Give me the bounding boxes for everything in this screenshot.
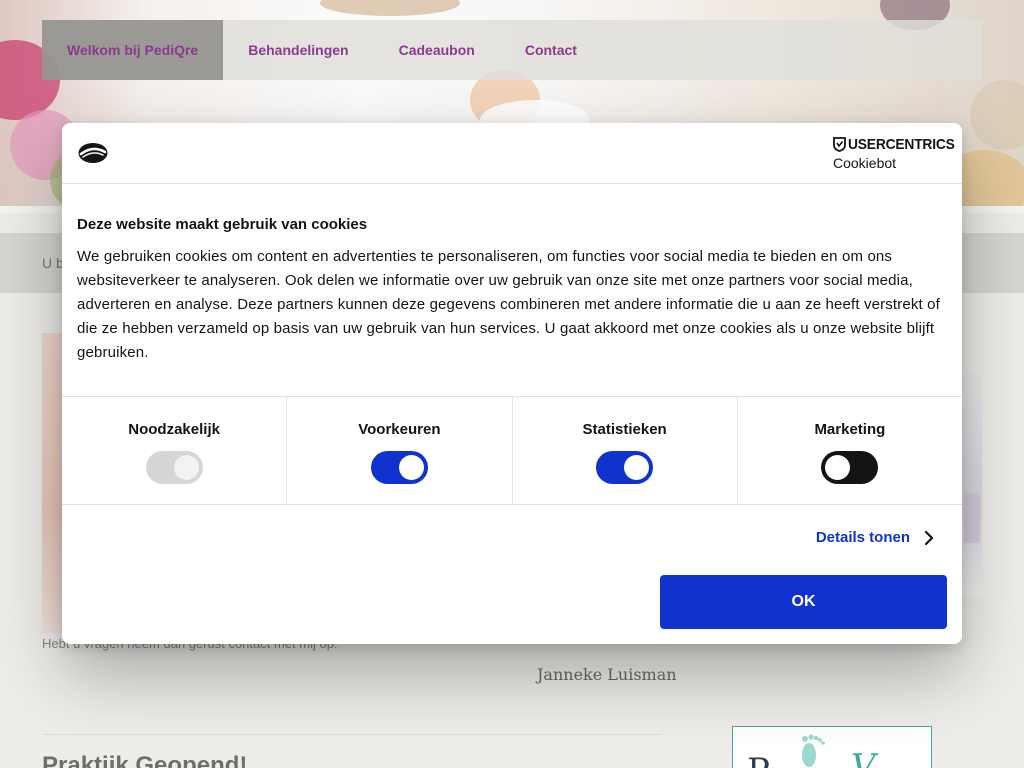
toggle-switch-statistieken[interactable] — [596, 451, 654, 484]
toggle-cell-statistieken: Statistieken — [513, 397, 738, 504]
usercentrics-brand: USERCENTRICS Cookiebot — [833, 136, 955, 172]
toggle-cell-noodzakelijk: Noodzakelijk — [62, 397, 288, 504]
ok-button[interactable]: OK — [660, 575, 947, 629]
details-label: Details tonen — [815, 529, 910, 546]
cookiebot-wordmark: Cookiebot — [833, 155, 897, 171]
dialog-description: We gebruiken cookies om content en adver… — [77, 248, 940, 361]
cookiebot-logo-icon — [78, 143, 108, 163]
toggle-switch-marketing[interactable] — [821, 451, 879, 484]
toggle-label-marketing: Marketing — [814, 421, 886, 438]
dialog-title: Deze website maakt gebruik van cookies — [77, 216, 368, 233]
toggle-cell-voorkeuren: Voorkeuren — [287, 397, 513, 504]
dialog-body: Deze website maakt gebruik van cookies W… — [62, 184, 962, 396]
dialog-header: USERCENTRICS Cookiebot — [62, 123, 962, 184]
consent-toggles: Noodzakelijk Voorkeuren Statistieken Mar… — [62, 396, 962, 505]
shield-icon — [833, 137, 846, 152]
toggle-cell-marketing: Marketing — [738, 397, 962, 504]
toggle-switch-noodzakelijk — [145, 451, 203, 484]
details-link[interactable]: Details tonen — [816, 529, 934, 546]
usercentrics-wordmark: USERCENTRICS — [848, 136, 955, 153]
cookie-consent-dialog: USERCENTRICS Cookiebot Deze website maak… — [62, 123, 962, 644]
toggle-label-voorkeuren: Voorkeuren — [358, 421, 441, 438]
chevron-right-icon — [924, 530, 934, 545]
toggle-switch-voorkeuren[interactable] — [370, 451, 428, 484]
toggle-label-statistieken: Statistieken — [582, 421, 667, 438]
toggle-label-noodzakelijk: Noodzakelijk — [128, 421, 220, 438]
